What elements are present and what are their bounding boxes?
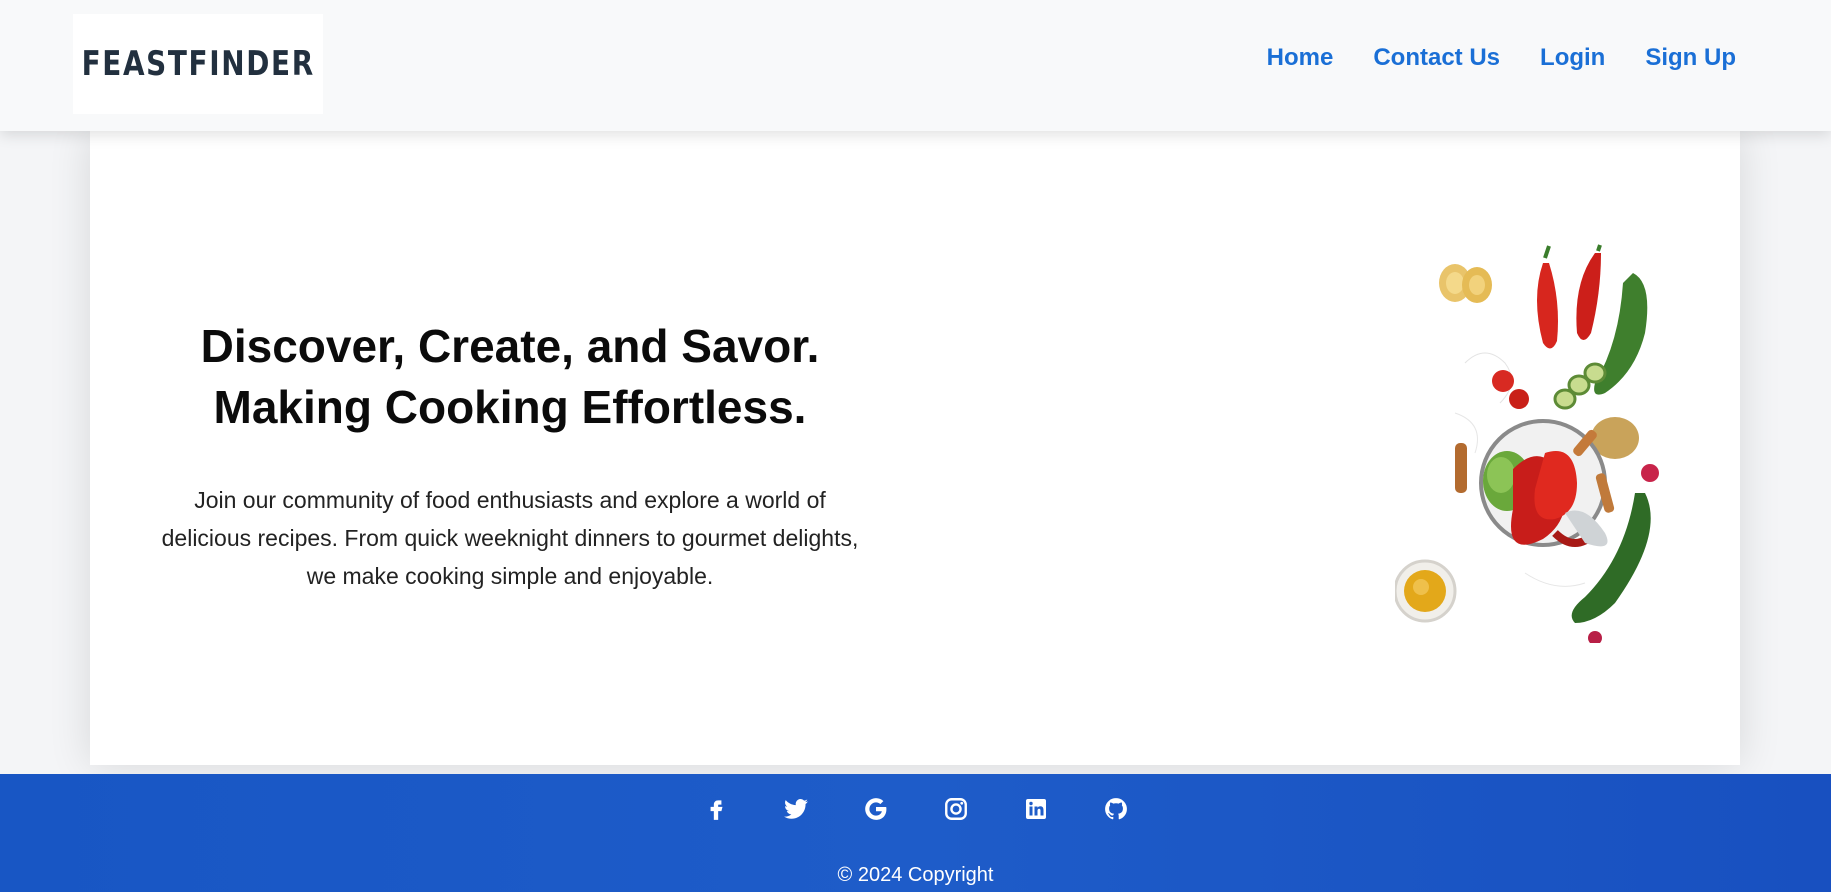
nav-link-contact-us[interactable]: Contact Us: [1373, 44, 1500, 72]
nav-link-sign-up[interactable]: Sign Up: [1645, 44, 1736, 72]
logo[interactable]: FEASTFINDER: [73, 14, 323, 114]
vegetables-illustration: [1393, 243, 1695, 645]
hero-text-block: Discover, Create, and Savor. Making Cook…: [150, 316, 870, 595]
site-header: FEASTFINDER Home Contact Us Login Sign U…: [0, 0, 1831, 131]
hero-title: Discover, Create, and Savor. Making Cook…: [150, 316, 870, 438]
main-nav: Home Contact Us Login Sign Up: [1267, 44, 1736, 72]
github-icon[interactable]: [1101, 794, 1131, 824]
hero-title-line-1: Discover, Create, and Savor.: [200, 320, 820, 372]
logo-text: FEASTFINDER: [81, 44, 315, 84]
site-footer: © 2024 Copyright: [0, 774, 1831, 892]
nav-link-home[interactable]: Home: [1267, 44, 1334, 72]
hero-title-line-2: Making Cooking Effortless.: [213, 381, 807, 433]
facebook-icon[interactable]: [701, 794, 731, 824]
twitter-icon[interactable]: [781, 794, 811, 824]
linkedin-icon[interactable]: [1021, 794, 1051, 824]
google-icon[interactable]: [861, 794, 891, 824]
instagram-icon[interactable]: [941, 794, 971, 824]
copyright-text: © 2024 Copyright: [837, 864, 994, 886]
hero-section: Discover, Create, and Savor. Making Cook…: [90, 131, 1740, 765]
vegetables-illustration-svg: [1393, 244, 1659, 645]
hero-subtitle: Join our community of food enthusiasts a…: [161, 487, 859, 589]
nav-link-login[interactable]: Login: [1540, 44, 1605, 72]
social-links: [0, 794, 1831, 824]
page: FEASTFINDER Home Contact Us Login Sign U…: [0, 0, 1831, 892]
